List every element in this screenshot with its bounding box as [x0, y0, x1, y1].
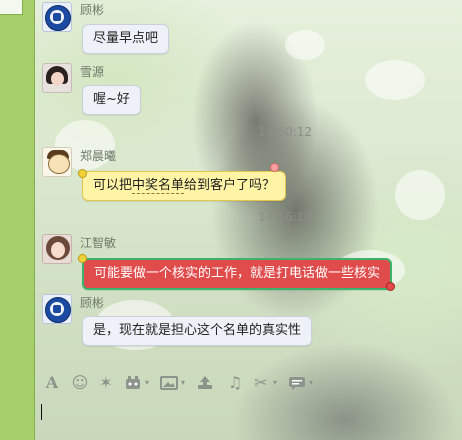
avatar[interactable]: [42, 147, 72, 177]
scissors-icon[interactable]: ✂: [251, 372, 271, 394]
bubble-decoration-icon: [78, 254, 87, 263]
sender-name: 江智敏: [80, 236, 117, 250]
avatar[interactable]: [42, 63, 72, 93]
avatar[interactable]: [42, 294, 72, 324]
chevron-down-icon[interactable]: ▾: [273, 378, 277, 387]
shake-icon[interactable]: ✶: [97, 372, 115, 394]
chevron-down-icon[interactable]: ▾: [181, 378, 185, 387]
magic-expression-icon[interactable]: [123, 372, 143, 394]
emoji-icon[interactable]: ☺: [71, 372, 89, 394]
timestamp: 14:50:12: [258, 125, 312, 139]
upload-icon[interactable]: [195, 372, 215, 394]
sidebar-tab[interactable]: [0, 0, 23, 15]
sender-name: 雪源: [80, 65, 105, 79]
bubble-decoration-icon: [386, 282, 395, 291]
bubble-decoration-icon: [270, 163, 279, 172]
chat-window: 顾彬 尽量早点吧 雪源 喔~好 14:50:12 郑晨曦 可以把中奖名单给到客户…: [0, 0, 462, 440]
input-toolbar: A ☺ ✶ ▾ ▾ ♫ ✂ ▾ ▾: [35, 370, 462, 396]
sender-name: 郑晨曦: [80, 149, 117, 163]
avatar[interactable]: [42, 234, 72, 264]
message-text-dashed: 中奖名单: [132, 178, 185, 194]
message-bubble: 可能要做一个核实的工作，就是打电话做一些核实: [82, 258, 393, 290]
message-text: 给到客户了吗？: [184, 178, 276, 193]
message-bubble: 可以把中奖名单给到客户了吗？: [82, 171, 287, 201]
message-bubble: 尽量早点吧: [82, 24, 170, 54]
chevron-down-icon[interactable]: ▾: [309, 378, 313, 387]
music-icon[interactable]: ♫: [225, 372, 245, 394]
chevron-down-icon[interactable]: ▾: [145, 378, 149, 387]
avatar[interactable]: [42, 2, 72, 32]
message-bubble: 是，现在就是担心这个名单的真实性: [82, 316, 313, 346]
sender-name: 顾彬: [80, 3, 105, 17]
timestamp: 14:56:19: [258, 210, 312, 224]
font-icon[interactable]: A: [43, 372, 61, 394]
bubble-decoration-icon: [78, 169, 87, 178]
sender-name: 顾彬: [80, 296, 105, 310]
left-sidebar: [0, 0, 35, 440]
chat-history-icon[interactable]: [287, 372, 307, 394]
message-text: 可以把: [93, 178, 133, 193]
image-icon[interactable]: [159, 372, 179, 394]
message-bubble: 喔~好: [82, 85, 141, 115]
text-cursor: [41, 404, 42, 420]
message-input[interactable]: [35, 396, 462, 440]
